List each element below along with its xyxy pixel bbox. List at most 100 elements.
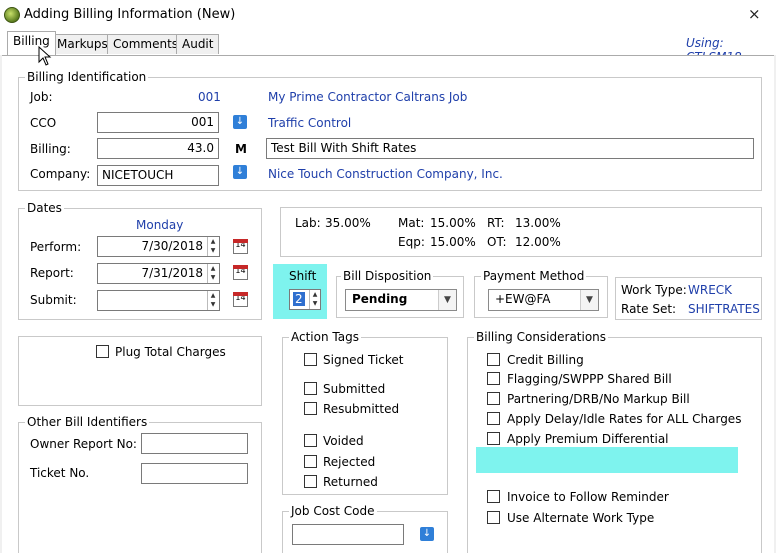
lab-value: 35.00% bbox=[325, 216, 371, 230]
job-value: 001 bbox=[198, 90, 221, 104]
window-title: Adding Billing Information (New) bbox=[24, 7, 236, 22]
owner-report-input[interactable] bbox=[141, 433, 248, 454]
tab-comments[interactable]: Comments bbox=[107, 34, 185, 54]
job-cost-code-lookup-button[interactable]: ↓ bbox=[420, 527, 434, 541]
tab-markups[interactable]: Markups bbox=[51, 34, 114, 54]
app-icon bbox=[4, 7, 20, 23]
voided-label: Voided bbox=[323, 434, 364, 448]
billing-description-input[interactable]: Test Bill With Shift Rates bbox=[266, 138, 754, 159]
cco-label: CCO bbox=[30, 116, 57, 130]
returned-checkbox[interactable] bbox=[304, 475, 317, 488]
consideration-highlight bbox=[476, 447, 738, 473]
perform-date-spinner[interactable]: ▲ ▼ bbox=[207, 237, 218, 256]
action-tags-legend: Action Tags bbox=[289, 330, 361, 344]
delay-idle-checkbox[interactable] bbox=[487, 412, 500, 425]
report-label: Report: bbox=[30, 266, 74, 280]
company-lookup-button[interactable]: ↓ bbox=[233, 165, 247, 179]
submit-calendar-icon[interactable]: 14 bbox=[233, 292, 248, 307]
tab-audit[interactable]: Audit bbox=[176, 34, 220, 54]
ticket-input[interactable] bbox=[141, 463, 248, 484]
mat-label: Mat: bbox=[398, 216, 425, 230]
perform-calendar-icon[interactable]: 14 bbox=[233, 239, 248, 254]
ticket-label: Ticket No. bbox=[30, 466, 90, 480]
submit-date-spinner[interactable]: ▲ ▼ bbox=[207, 291, 218, 310]
partnering-label: Partnering/DRB/No Markup Bill bbox=[507, 392, 690, 406]
submitted-label: Submitted bbox=[323, 382, 386, 396]
billing-label: Billing: bbox=[30, 142, 71, 156]
voided-checkbox[interactable] bbox=[304, 434, 317, 447]
signed-ticket-label: Signed Ticket bbox=[323, 353, 404, 367]
eqp-value: 15.00% bbox=[430, 235, 476, 249]
shift-input[interactable]: 2 bbox=[293, 292, 305, 306]
shift-input-box[interactable]: 2 ▲ ▼ bbox=[289, 289, 321, 310]
signed-ticket-checkbox[interactable] bbox=[304, 353, 317, 366]
premium-differential-label: Apply Premium Differential bbox=[507, 432, 669, 446]
invoice-reminder-label: Invoice to Follow Reminder bbox=[507, 490, 669, 504]
credit-billing-label: Credit Billing bbox=[507, 353, 584, 367]
partnering-checkbox[interactable] bbox=[487, 392, 500, 405]
company-label: Company: bbox=[30, 167, 91, 181]
chevron-down-icon: ▼ bbox=[438, 290, 456, 310]
day-of-week: Monday bbox=[136, 218, 184, 232]
chevron-down-icon: ▼ bbox=[580, 290, 598, 310]
lab-label: Lab: bbox=[295, 216, 321, 230]
alternate-work-type-label: Use Alternate Work Type bbox=[507, 511, 655, 525]
billing-flag: M bbox=[235, 142, 247, 156]
job-name: My Prime Contractor Caltrans Job bbox=[268, 90, 468, 104]
payment-method-select[interactable]: +EW@FA ▼ bbox=[488, 289, 599, 311]
submitted-checkbox[interactable] bbox=[304, 382, 317, 395]
rate-set-value: SHIFTRATES bbox=[688, 302, 760, 316]
close-icon[interactable]: × bbox=[748, 5, 761, 23]
eqp-label: Eqp: bbox=[398, 235, 425, 249]
cco-input[interactable]: 001 bbox=[97, 112, 219, 133]
flagging-checkbox[interactable] bbox=[487, 372, 500, 385]
plug-total-checkbox[interactable] bbox=[96, 345, 109, 358]
ot-label: OT: bbox=[487, 235, 507, 249]
billing-window: Adding Billing Information (New) × Billi… bbox=[0, 0, 776, 553]
perform-label: Perform: bbox=[30, 240, 82, 254]
submit-date-input[interactable] bbox=[97, 290, 220, 311]
report-calendar-icon[interactable]: 14 bbox=[233, 265, 248, 280]
shift-spinner[interactable]: ▲ ▼ bbox=[309, 290, 320, 309]
rt-label: RT: bbox=[487, 216, 505, 230]
work-type-label: Work Type: bbox=[621, 283, 687, 297]
billing-number-input[interactable]: 43.0 bbox=[97, 138, 219, 159]
payment-method-value: +EW@FA bbox=[495, 292, 551, 306]
resubmitted-checkbox[interactable] bbox=[304, 402, 317, 415]
shift-legend: Shift bbox=[289, 269, 317, 283]
bill-disposition-value: Pending bbox=[352, 292, 408, 306]
credit-billing-checkbox[interactable] bbox=[487, 353, 500, 366]
resubmitted-label: Resubmitted bbox=[323, 402, 400, 416]
invoice-reminder-checkbox[interactable] bbox=[487, 490, 500, 503]
alternate-work-type-checkbox[interactable] bbox=[487, 511, 500, 524]
premium-differential-checkbox[interactable] bbox=[487, 432, 500, 445]
bill-disposition-select[interactable]: Pending ▼ bbox=[345, 289, 457, 311]
bill-disposition-legend: Bill Disposition bbox=[341, 269, 434, 283]
job-cost-code-input[interactable] bbox=[292, 524, 404, 545]
report-date-input[interactable]: 7/31/2018 bbox=[97, 263, 220, 284]
rt-value: 13.00% bbox=[515, 216, 561, 230]
rejected-checkbox[interactable] bbox=[304, 455, 317, 468]
billing-identification-legend: Billing Identification bbox=[25, 70, 149, 84]
cursor-icon bbox=[38, 46, 52, 66]
work-type-value: WRECK bbox=[688, 283, 733, 297]
rejected-label: Rejected bbox=[323, 455, 376, 469]
cco-name: Traffic Control bbox=[268, 116, 352, 130]
delay-idle-label: Apply Delay/Idle Rates for ALL Charges bbox=[507, 412, 742, 426]
billing-considerations-legend: Billing Considerations bbox=[474, 330, 609, 344]
dates-legend: Dates bbox=[25, 201, 64, 215]
job-label: Job: bbox=[30, 90, 53, 104]
returned-label: Returned bbox=[323, 475, 378, 489]
company-name: Nice Touch Construction Company, Inc. bbox=[268, 167, 503, 181]
cco-lookup-button[interactable]: ↓ bbox=[233, 115, 247, 129]
company-input[interactable]: NICETOUCH bbox=[97, 165, 219, 186]
job-cost-code-legend: Job Cost Code bbox=[289, 504, 377, 518]
plug-total-label: Plug Total Charges bbox=[115, 345, 226, 359]
report-date-spinner[interactable]: ▲ ▼ bbox=[207, 264, 218, 283]
mat-value: 15.00% bbox=[430, 216, 476, 230]
perform-date-input[interactable]: 7/30/2018 bbox=[97, 236, 220, 257]
flagging-label: Flagging/SWPPP Shared Bill bbox=[507, 372, 672, 386]
payment-method-legend: Payment Method bbox=[481, 269, 587, 283]
owner-report-label: Owner Report No: bbox=[30, 437, 137, 451]
other-bill-identifiers-legend: Other Bill Identifiers bbox=[25, 415, 150, 429]
